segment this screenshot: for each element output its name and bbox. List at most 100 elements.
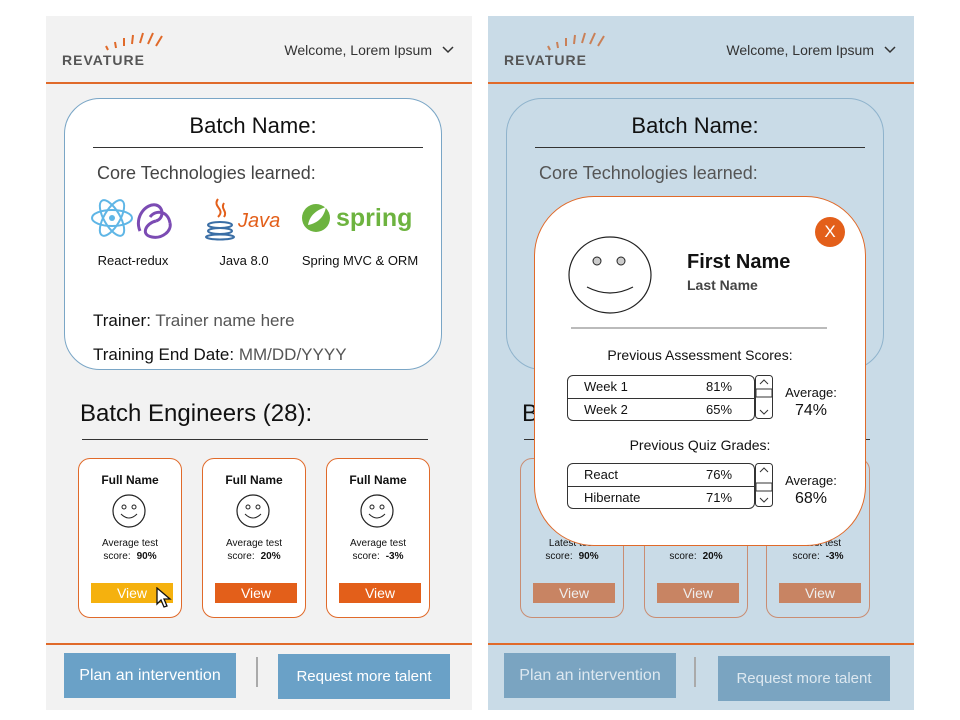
assessment-score: 81% <box>706 379 733 394</box>
batch-info-card: Batch Name: Core Technologies learned: <box>64 98 442 370</box>
tech-spring: spring Spring MVC & ORM <box>297 195 423 268</box>
divider <box>694 657 696 687</box>
tech-react-redux: React-redux <box>83 195 183 268</box>
end-date-key: Training End Date: <box>93 345 235 364</box>
quiz-score: 71% <box>706 490 733 505</box>
scrollbar[interactable] <box>755 463 773 507</box>
engineer-name: Full Name <box>349 473 407 487</box>
view-button[interactable]: View <box>657 583 739 603</box>
engineer-name: Full Name <box>101 473 159 487</box>
quiz-list[interactable]: React 76% Hibernate 71% <box>567 463 755 509</box>
batch-title: Batch Name: <box>189 113 317 138</box>
engineer-name: Full Name <box>225 473 283 487</box>
end-date-line: Training End Date: MM/DD/YYYY <box>93 345 347 365</box>
engineer-score: Average test score: 90% <box>79 537 181 563</box>
revature-logo[interactable]: REVATURE <box>504 30 624 70</box>
divider <box>256 657 258 687</box>
chevron-down-icon <box>884 46 896 54</box>
trainer-line: Trainer: Trainer name here <box>93 311 295 331</box>
trainer-value: Trainer name here <box>155 311 295 330</box>
tech-label: React-redux <box>97 253 169 268</box>
logo-sunburst-icon <box>547 32 605 51</box>
app-header: REVATURE Welcome, Lorem Ipsum <box>488 16 914 84</box>
user-menu[interactable]: Welcome, Lorem Ipsum <box>726 42 896 58</box>
divider <box>82 439 428 440</box>
scrollbar[interactable] <box>755 375 773 419</box>
batch-screen: REVATURE Welcome, Lorem Ipsum Batch Name… <box>46 16 472 710</box>
tech-label: Spring MVC & ORM <box>301 253 419 268</box>
avatar-smiley-icon <box>360 494 394 528</box>
divider <box>535 147 865 148</box>
batch-title: Batch Name: <box>631 113 759 138</box>
score-key: score: <box>545 551 573 562</box>
mouse-cursor-icon <box>156 587 172 608</box>
view-button[interactable]: View <box>339 583 421 603</box>
action-footer: Plan an intervention Request more talent <box>46 643 472 710</box>
revature-logo[interactable]: REVATURE <box>62 30 182 70</box>
list-item: React 76% <box>568 464 754 486</box>
plan-intervention-button[interactable]: Plan an intervention <box>64 653 236 698</box>
avatar-smiley-icon <box>568 236 652 314</box>
assessment-list[interactable]: Week 1 81% Week 2 65% <box>567 375 755 421</box>
quiz-title: Previous Quiz Grades: <box>629 437 771 453</box>
score-line1: Average test <box>226 538 282 549</box>
last-name: Last Name <box>687 277 758 293</box>
tech-label: Java 8.0 <box>219 253 269 268</box>
average-label: Average: <box>785 385 837 400</box>
score-line1: Average test <box>350 538 406 549</box>
score-key: score: <box>352 551 380 562</box>
end-date-value: MM/DD/YYYY <box>238 345 347 364</box>
engineer-card[interactable]: Full Name Average test score: 90% View <box>78 458 182 618</box>
score-line1: Average test <box>102 538 158 549</box>
assessment-average: Average: 74% <box>783 385 839 420</box>
view-button[interactable]: View <box>215 583 297 603</box>
batch-screen-modal-open: REVATURE Welcome, Lorem Ipsum Batch Name… <box>488 16 914 710</box>
score-value: -3% <box>825 551 844 562</box>
java-logo-text: Java <box>237 210 280 232</box>
app-header: REVATURE Welcome, Lorem Ipsum <box>46 16 472 84</box>
close-button[interactable]: X <box>815 217 845 247</box>
list-item: Week 1 81% <box>568 376 754 398</box>
view-button[interactable]: View <box>779 583 861 603</box>
react-redux-icon <box>91 199 172 239</box>
welcome-text: Welcome, Lorem Ipsum <box>726 42 874 58</box>
score-value: 90% <box>136 551 157 562</box>
assessment-score: 65% <box>706 402 733 417</box>
list-item: Week 2 65% <box>568 398 754 420</box>
average-value: 74% <box>794 402 828 419</box>
logo-text: REVATURE <box>62 52 145 68</box>
assessment-title: Previous Assessment Scores: <box>607 347 793 363</box>
first-name: First Name <box>687 251 791 273</box>
request-talent-button[interactable]: Request more talent <box>278 654 450 699</box>
core-tech-label: Core Technologies learned: <box>539 163 758 183</box>
divider <box>93 147 423 148</box>
score-value: -3% <box>385 551 404 562</box>
spring-logo-text: spring <box>336 204 412 232</box>
quiz-name: React <box>584 467 618 482</box>
engineer-card[interactable]: Full Name Average test score: -3% View <box>326 458 430 618</box>
user-menu[interactable]: Welcome, Lorem Ipsum <box>284 42 454 58</box>
avatar-smiley-icon <box>112 494 146 528</box>
avatar-smiley-icon <box>236 494 270 528</box>
quiz-name: Hibernate <box>584 490 641 505</box>
spring-icon: spring <box>302 204 412 232</box>
average-value: 68% <box>794 490 828 507</box>
plan-intervention-button[interactable]: Plan an intervention <box>504 653 676 698</box>
action-footer: Plan an intervention Request more talent <box>488 643 914 710</box>
quiz-average: Average: 68% <box>783 473 839 508</box>
trainer-key: Trainer: <box>93 311 151 330</box>
score-value: 90% <box>578 551 599 562</box>
divider <box>571 327 827 329</box>
average-label: Average: <box>785 473 837 488</box>
request-talent-button[interactable]: Request more talent <box>718 656 890 701</box>
engineer-score: Average test score: 20% <box>203 537 305 563</box>
tech-java: Java Java 8.0 <box>199 195 289 268</box>
engineer-card[interactable]: Full Name Average test score: 20% View <box>202 458 306 618</box>
quiz-score: 76% <box>706 467 733 482</box>
score-key: score: <box>103 551 131 562</box>
chevron-down-icon <box>442 46 454 54</box>
list-item: Hibernate 71% <box>568 486 754 508</box>
engineers-title: Batch Engineers (28): <box>80 400 313 427</box>
welcome-text: Welcome, Lorem Ipsum <box>284 42 432 58</box>
view-button[interactable]: View <box>533 583 615 603</box>
